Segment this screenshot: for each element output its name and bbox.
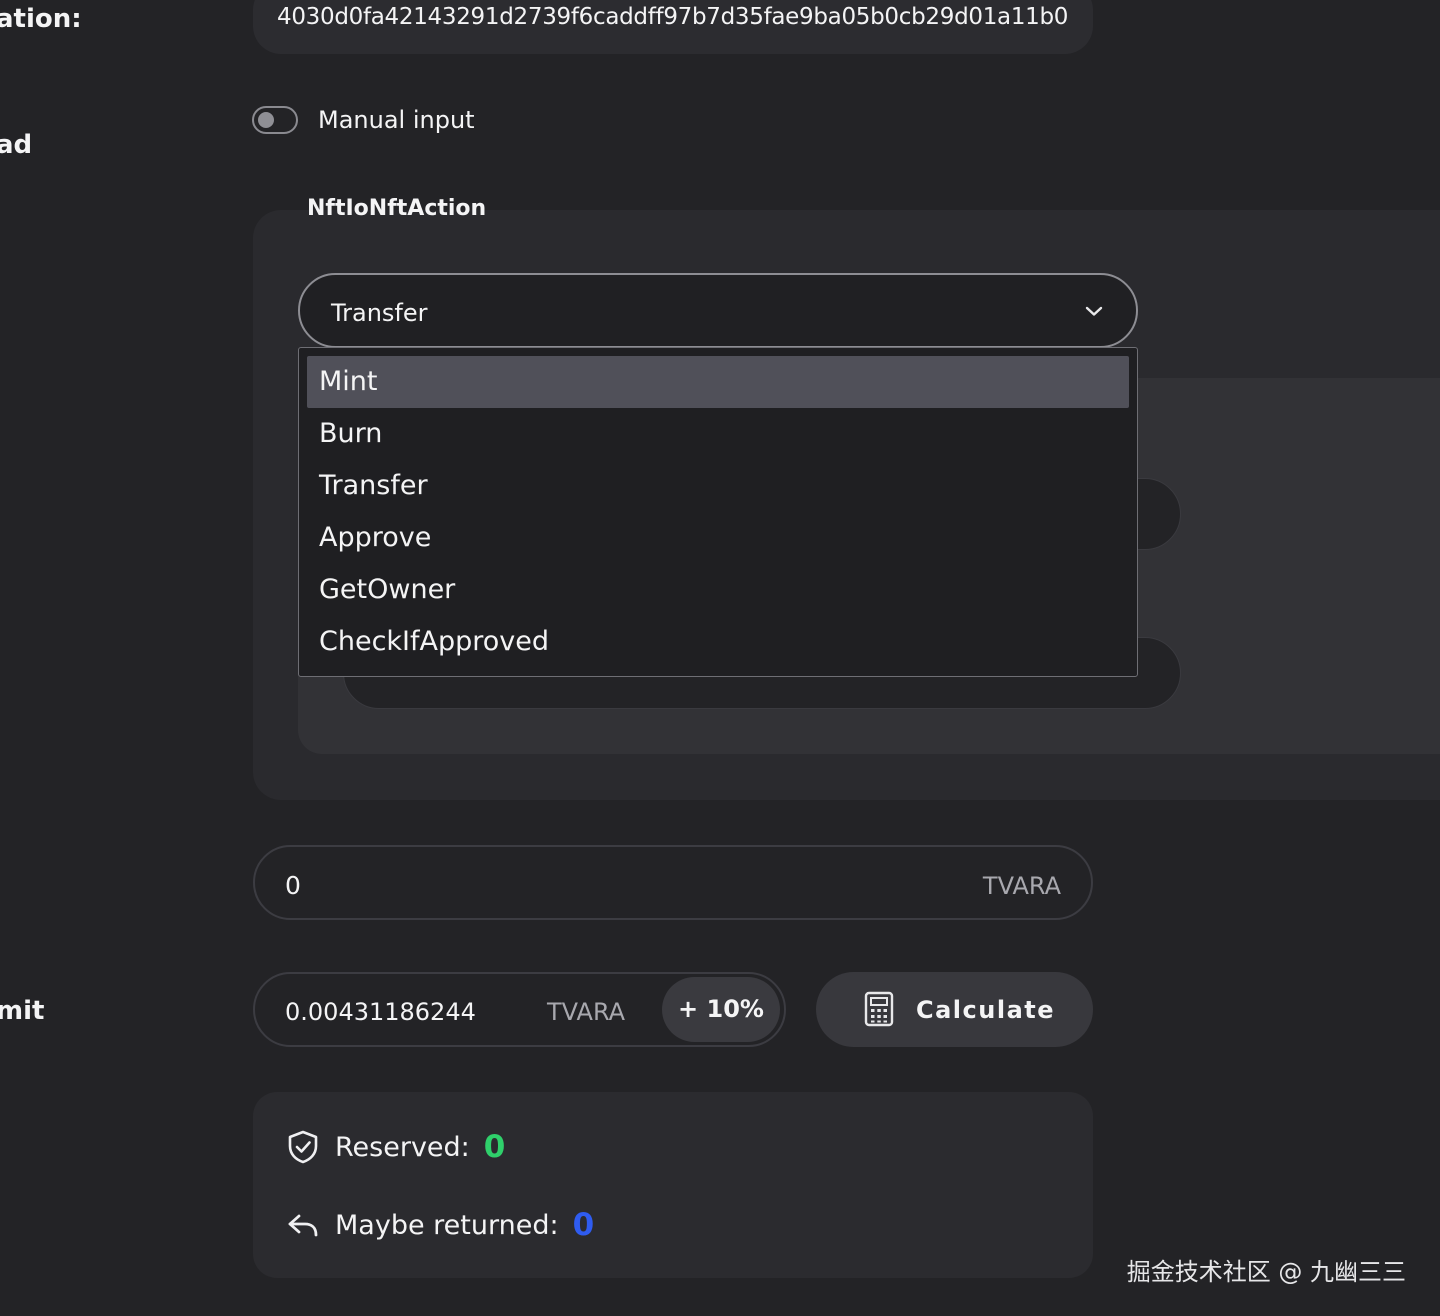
calculate-label: Calculate	[916, 996, 1056, 1024]
gas-info-panel: Reserved: 0 Maybe returned: 0	[253, 1092, 1093, 1278]
dropdown-option-approve[interactable]: Approve	[307, 512, 1129, 564]
maybe-returned-label: Maybe returned:	[335, 1209, 559, 1241]
maybe-returned-value: 0	[572, 1207, 595, 1243]
destination-value: 4030d0fa42143291d2739f6caddff97b7d35fae9…	[277, 4, 1069, 30]
destination-label: ation:	[0, 4, 82, 34]
select-value: Transfer	[331, 299, 428, 327]
gas-unit: TVARA	[547, 998, 626, 1026]
dropdown-option-transfer[interactable]: Transfer	[307, 460, 1129, 512]
dropdown-option-mint[interactable]: Mint	[307, 356, 1129, 408]
payload-label: ad	[0, 130, 33, 160]
shield-check-icon	[288, 1130, 318, 1164]
increase-10-percent-button[interactable]: + 10%	[662, 977, 780, 1042]
maybe-returned-row: Maybe returned: 0	[285, 1205, 594, 1245]
value-amount: 0	[285, 871, 301, 900]
gas-amount: 0.00431186244	[285, 998, 476, 1026]
reserved-label: Reserved:	[335, 1131, 470, 1163]
dropdown-option-checkifapproved[interactable]: CheckIfApproved	[307, 616, 1129, 668]
manual-input-toggle[interactable]	[252, 106, 298, 134]
manual-input-label: Manual input	[318, 106, 475, 134]
watermark-text: 掘金技术社区 @ 九幽三三	[1126, 1258, 1406, 1286]
payload-action-dropdown: Mint Burn Transfer Approve GetOwner Chec…	[298, 347, 1138, 677]
page: ation: ad mit 4030d0fa42143291d2739f6cad…	[0, 0, 1440, 1316]
chevron-down-icon	[1085, 306, 1103, 316]
gas-limit-input[interactable]: 0.00431186244 TVARA + 10%	[253, 972, 786, 1047]
gas-limit-label: mit	[0, 996, 45, 1026]
calculate-button[interactable]: Calculate	[816, 972, 1093, 1047]
value-input[interactable]: 0 TVARA	[253, 845, 1093, 920]
destination-field[interactable]: 4030d0fa42143291d2739f6caddff97b7d35fae9…	[253, 0, 1093, 54]
dropdown-option-burn[interactable]: Burn	[307, 408, 1129, 460]
reserved-value: 0	[483, 1129, 506, 1165]
payload-action-select[interactable]: Transfer	[298, 273, 1138, 348]
reserved-row: Reserved: 0	[285, 1127, 505, 1167]
reply-arrow-icon	[288, 1214, 318, 1237]
value-unit: TVARA	[982, 872, 1061, 900]
calculator-icon	[864, 991, 894, 1027]
payload-type-title: NftIoNftAction	[307, 196, 487, 221]
dropdown-option-getowner[interactable]: GetOwner	[307, 564, 1129, 616]
toggle-knob	[258, 112, 274, 128]
